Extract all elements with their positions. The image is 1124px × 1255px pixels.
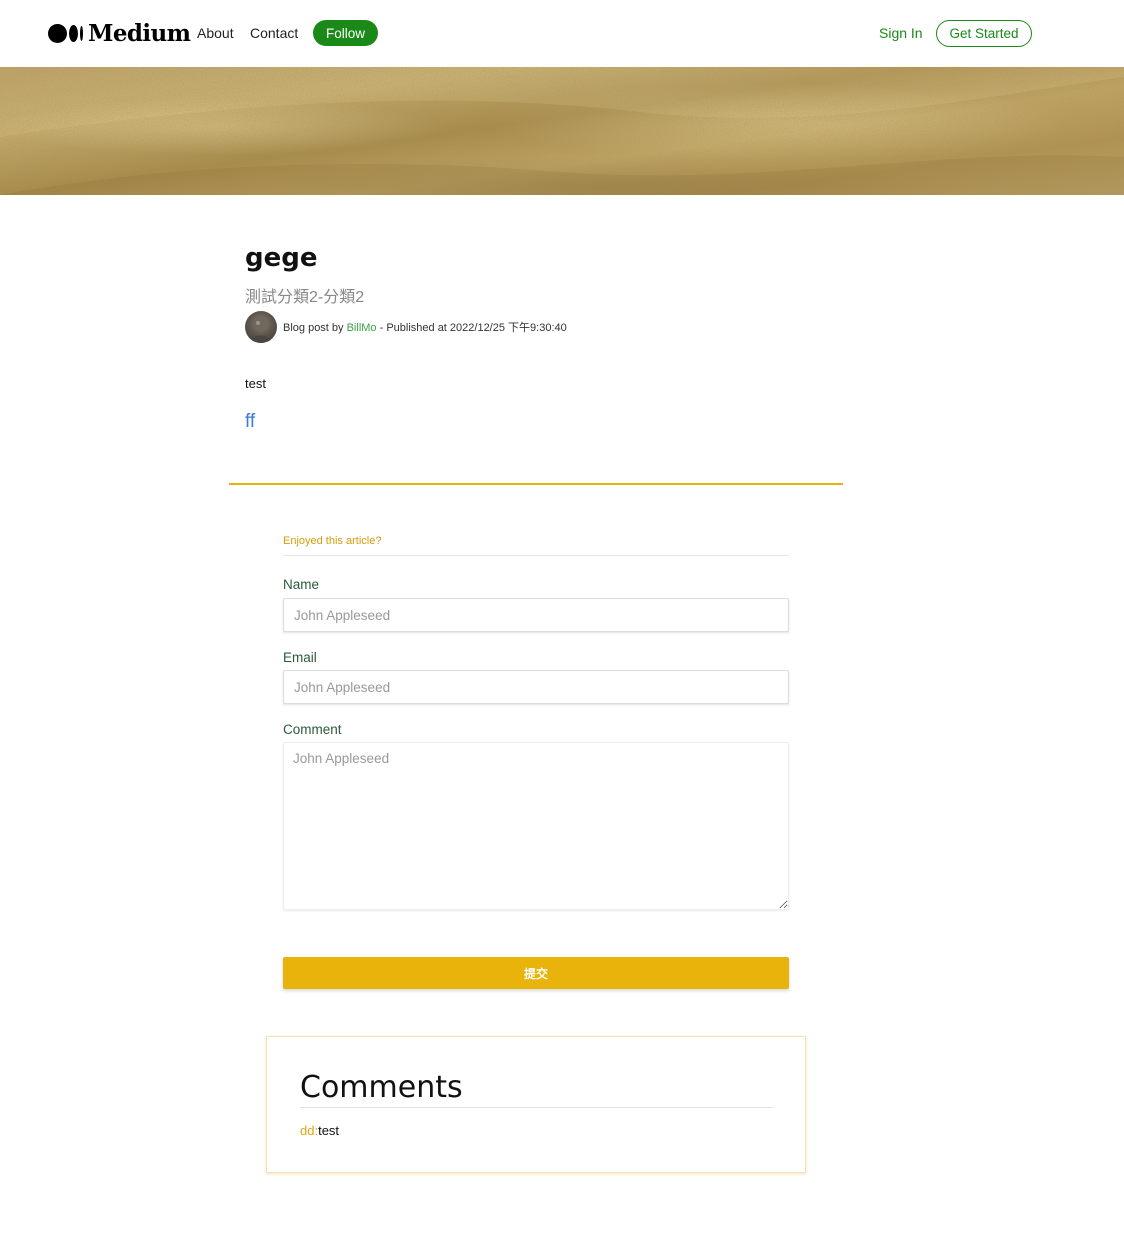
post-body: test (245, 376, 266, 391)
post-meta: Blog post by BillMo - Published at 2022/… (283, 319, 567, 335)
name-input[interactable] (283, 598, 789, 632)
nav-link-contact[interactable]: Contact (250, 25, 298, 41)
logo-text: Medium (88, 19, 191, 47)
comments-heading: Comments (300, 1070, 463, 1105)
hero-banner-image (0, 67, 1124, 195)
form-heading: Enjoyed this article? (283, 535, 382, 547)
comment-label: Comment (283, 722, 342, 737)
name-label: Name (283, 577, 320, 592)
comment-author: dd (300, 1123, 315, 1138)
comments-divider (300, 1107, 773, 1108)
email-label: Email (283, 650, 317, 665)
medium-logo[interactable]: Medium (48, 19, 191, 47)
author-avatar (245, 311, 277, 343)
comment-textarea[interactable] (283, 742, 789, 910)
comment-text: test (318, 1123, 340, 1138)
email-input[interactable] (283, 670, 789, 704)
comment-item: dd:test (300, 1123, 339, 1138)
medium-logo-icon (48, 23, 83, 43)
post-subtitle: 測試分類2-分類2 (245, 289, 365, 306)
section-divider (229, 483, 843, 485)
meta-prefix: Blog post by (283, 322, 347, 334)
top-nav: Medium About Contact Follow Sign In Get … (0, 0, 1124, 67)
avatar-image (249, 317, 273, 343)
sand-texture (0, 67, 1124, 195)
post-title: gege (245, 243, 318, 273)
follow-button[interactable]: Follow (313, 20, 378, 46)
sign-in-link[interactable]: Sign In (879, 25, 923, 41)
meta-published: - Published at 2022/12/25 下午9:30:40 (376, 322, 567, 334)
comments-section: Comments dd:test (266, 1036, 806, 1173)
author-link[interactable]: BillMo (347, 322, 377, 334)
post-body-link[interactable]: ff (245, 411, 255, 433)
get-started-button[interactable]: Get Started (936, 20, 1032, 47)
nav-link-about[interactable]: About (197, 25, 234, 41)
form-heading-divider (283, 555, 789, 556)
submit-button[interactable]: 提交 (283, 957, 789, 989)
